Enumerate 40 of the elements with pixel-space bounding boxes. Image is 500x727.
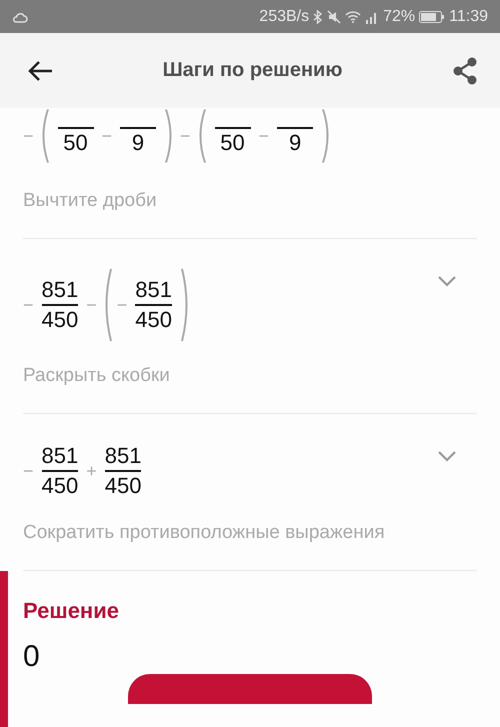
battery-percent: 72% bbox=[383, 8, 416, 26]
cloud-icon bbox=[12, 10, 28, 22]
bluetooth-icon bbox=[313, 10, 324, 24]
operator: − bbox=[180, 126, 191, 146]
denominator: 450 bbox=[42, 306, 78, 334]
operator: − bbox=[116, 294, 128, 316]
step-description: Вычтите дроби bbox=[23, 189, 158, 213]
denominator: 9 bbox=[288, 129, 302, 157]
solution-heading: Решение bbox=[23, 598, 120, 624]
share-icon[interactable] bbox=[452, 56, 478, 84]
denominator: 450 bbox=[104, 472, 142, 500]
numerator: 851 bbox=[42, 276, 78, 304]
denominator: 450 bbox=[135, 306, 172, 334]
step-description: Сократить противоположные выражения bbox=[23, 521, 386, 545]
numerator: 851 bbox=[104, 442, 142, 470]
back-arrow-icon[interactable] bbox=[27, 60, 53, 82]
action-button[interactable] bbox=[128, 674, 372, 704]
screen-title: Шаги по решению bbox=[162, 59, 344, 82]
operator: − bbox=[23, 460, 34, 482]
network-speed: 253B/s bbox=[259, 8, 310, 26]
chevron-icon[interactable] bbox=[437, 450, 457, 462]
clock: 11:39 bbox=[449, 8, 488, 26]
operator: − bbox=[23, 294, 34, 316]
numerator: 851 bbox=[42, 442, 78, 470]
operator: − bbox=[86, 294, 97, 316]
numerator: 851 bbox=[135, 276, 172, 304]
step-description: Раскрыть скобки bbox=[23, 364, 171, 388]
chevron-icon[interactable] bbox=[437, 275, 457, 287]
denominator: 50 bbox=[220, 129, 245, 157]
denominator: 9 bbox=[132, 129, 144, 157]
solution-value: 0 bbox=[23, 640, 41, 674]
battery-icon bbox=[419, 10, 446, 22]
operator: + bbox=[86, 460, 97, 482]
wifi-icon bbox=[345, 10, 362, 22]
denominator: 450 bbox=[42, 472, 78, 500]
operator: − bbox=[258, 126, 270, 146]
denominator: 50 bbox=[63, 129, 88, 157]
operator: − bbox=[102, 126, 112, 146]
mute-icon bbox=[327, 10, 342, 24]
operator: − bbox=[23, 126, 34, 146]
